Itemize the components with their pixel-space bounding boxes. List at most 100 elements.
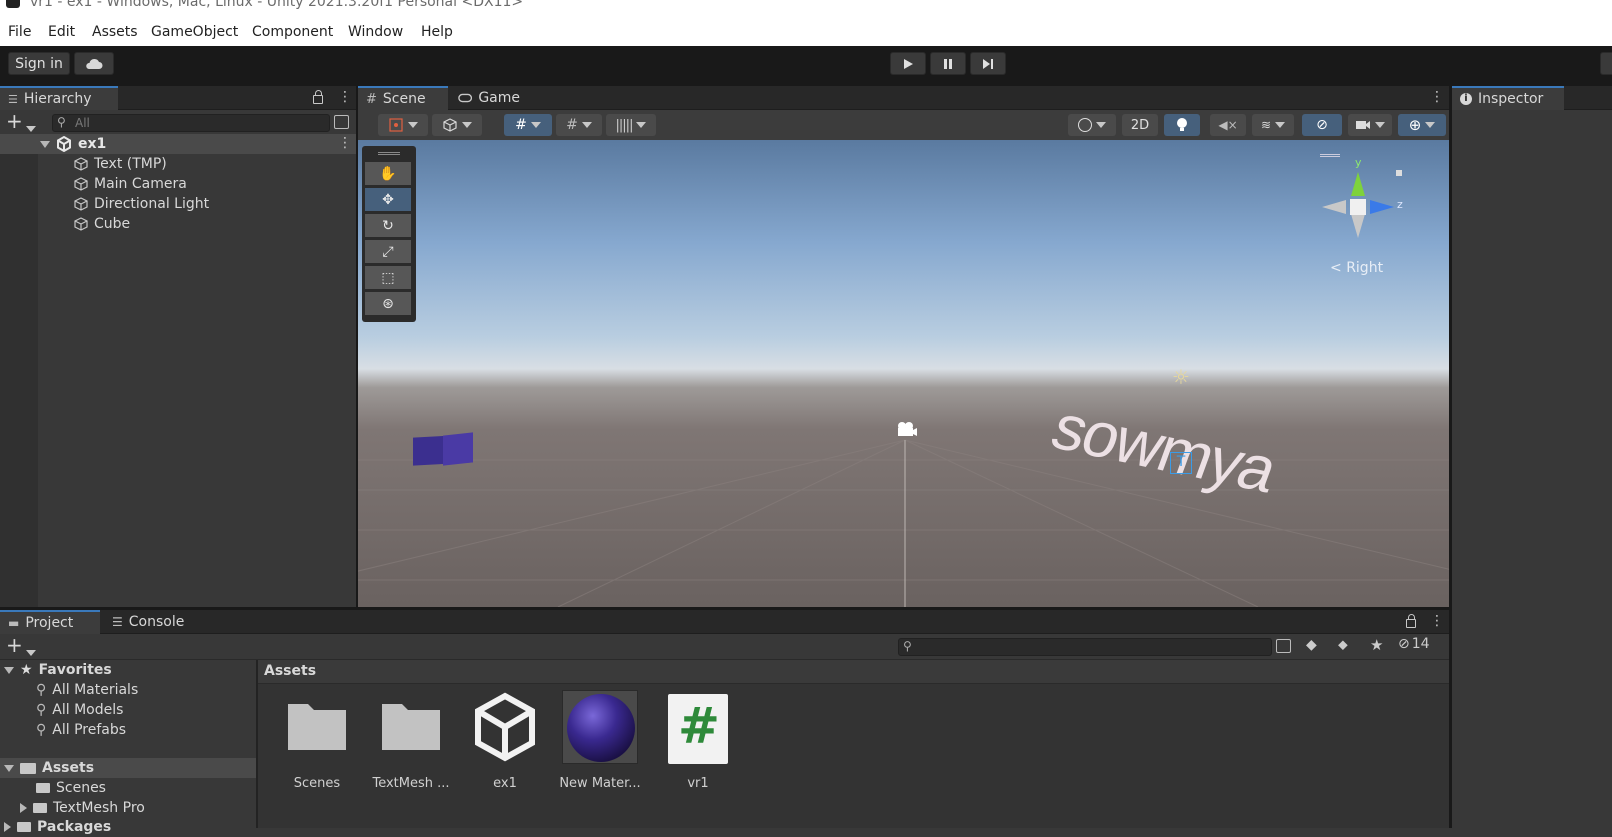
kebab-menu-icon[interactable]: ⋮: [1430, 614, 1444, 628]
scene-header: # Scene Game ⋮: [358, 86, 1449, 110]
scene-viewport[interactable]: ☼ sowmya T y z < Right: [358, 140, 1449, 607]
favorite-all-prefabs[interactable]: ⚲ All Prefabs: [36, 720, 126, 740]
kebab-menu-icon[interactable]: ⋮: [338, 90, 352, 104]
scene-kebab-icon[interactable]: ⋮: [338, 136, 352, 150]
folder-icon: [288, 704, 346, 750]
asset-label: Scenes: [293, 776, 341, 791]
menu-gameobject[interactable]: GameObject: [151, 24, 238, 40]
gizmos-button[interactable]: ⊕: [1398, 114, 1446, 136]
packages-item[interactable]: Packages: [4, 817, 111, 837]
asset-label: ex1: [493, 776, 517, 791]
add-icon[interactable]: +: [6, 635, 23, 655]
tab-inspector-label: Inspector: [1478, 91, 1544, 107]
grid-icon: #: [515, 117, 527, 133]
asset-folder-scenes[interactable]: [286, 696, 348, 760]
pause-button[interactable]: [930, 52, 966, 75]
tab-project[interactable]: ▬ Project: [0, 610, 100, 634]
type-filter-icon[interactable]: ◆: [1306, 637, 1317, 653]
info-icon: i: [1460, 93, 1472, 105]
favorite-all-materials[interactable]: ⚲ All Materials: [36, 680, 138, 700]
rotate-tool-button[interactable]: ↻: [365, 214, 411, 237]
asset-scene-ex1[interactable]: [474, 692, 536, 762]
expand-arrow-icon[interactable]: [4, 822, 11, 832]
grid-snap-button[interactable]: #: [504, 114, 552, 136]
sign-in-button[interactable]: Sign in: [8, 52, 70, 75]
chevron-down-icon[interactable]: [26, 644, 36, 660]
menu-file[interactable]: File: [8, 24, 31, 40]
text-gizmo-icon[interactable]: T: [1170, 452, 1192, 474]
tab-game[interactable]: Game: [450, 86, 530, 110]
menu-edit[interactable]: Edit: [48, 24, 75, 40]
tree-folder-textmesh-pro[interactable]: TextMesh Pro: [20, 798, 145, 818]
menu-window[interactable]: Window: [348, 24, 403, 40]
lighting-toggle-button[interactable]: [1164, 114, 1200, 136]
menu-component[interactable]: Component: [252, 24, 333, 40]
scale-icon: ⤢: [382, 243, 394, 260]
ruler-button[interactable]: |||||: [606, 114, 656, 136]
asset-folder-textmesh-pro[interactable]: [380, 696, 442, 760]
list-item-label: All Materials: [52, 682, 139, 698]
hierarchy-item-main-camera[interactable]: Main Camera: [74, 174, 187, 194]
expand-arrow-icon[interactable]: [20, 803, 27, 813]
gizmo-view-label[interactable]: < Right: [1330, 260, 1383, 276]
tab-scene[interactable]: # Scene: [358, 86, 448, 110]
assets-folder-item[interactable]: Assets: [4, 758, 94, 778]
expand-arrow-icon[interactable]: [4, 764, 14, 772]
cloud-button[interactable]: [74, 52, 114, 75]
step-button[interactable]: [970, 52, 1006, 75]
favorite-star-icon[interactable]: ★: [1370, 636, 1383, 654]
expand-arrow-icon[interactable]: [40, 140, 50, 148]
scene-visibility-button[interactable]: ⊘: [1302, 114, 1342, 136]
menu-help[interactable]: Help: [421, 24, 453, 40]
tab-inspector[interactable]: i Inspector: [1452, 86, 1564, 110]
menu-assets[interactable]: Assets: [92, 24, 138, 40]
unity-scene-icon: [475, 692, 535, 762]
label-filter-icon[interactable]: ⬥: [1338, 637, 1348, 653]
gameobject-cube-icon: [74, 197, 88, 211]
favorite-all-models[interactable]: ⚲ All Models: [36, 700, 123, 720]
rect-tool-button[interactable]: ⬚: [365, 266, 411, 289]
hierarchy-item-text-tmp[interactable]: Text (TMP): [74, 154, 167, 174]
lock-icon[interactable]: [1406, 614, 1416, 628]
hidden-packages-toggle[interactable]: ⊘ 14: [1398, 636, 1430, 652]
global-local-button[interactable]: [432, 114, 482, 136]
add-icon[interactable]: +: [6, 111, 23, 131]
expand-arrow-icon[interactable]: [4, 666, 14, 674]
hierarchy-search-input[interactable]: ⚲ All: [52, 114, 330, 132]
tree-folder-scenes[interactable]: Scenes: [36, 778, 106, 798]
layout-button[interactable]: [1600, 52, 1612, 75]
dock-drag-handle[interactable]: [378, 152, 400, 155]
scene-search-icon[interactable]: [334, 115, 349, 129]
hand-tool-button[interactable]: ✋: [365, 162, 411, 185]
transform-tool-button[interactable]: ⊛: [365, 292, 411, 315]
tab-hierarchy[interactable]: ☰ Hierarchy: [0, 86, 118, 110]
shading-mode-button[interactable]: [1068, 114, 1116, 136]
increment-snap-button[interactable]: #: [556, 114, 602, 136]
orientation-gizmo[interactable]: [1306, 154, 1406, 264]
cube-face: [443, 432, 473, 466]
scene-item[interactable]: ex1: [40, 134, 106, 154]
toggle-2d-button[interactable]: 2D: [1122, 114, 1158, 136]
scene-kebab-icon[interactable]: ⋮: [1430, 90, 1444, 104]
tab-console[interactable]: ☰ Console: [104, 610, 194, 634]
project-search-input[interactable]: ⚲: [898, 638, 1272, 656]
scale-tool-button[interactable]: ⤢: [365, 240, 411, 263]
lock-icon[interactable]: [313, 90, 323, 104]
hierarchy-item-directional-light[interactable]: Directional Light: [74, 194, 209, 214]
camera-gizmo-icon[interactable]: [894, 420, 918, 438]
effects-button[interactable]: ≋: [1252, 114, 1294, 136]
hierarchy-item-cube[interactable]: Cube: [74, 214, 130, 234]
gizmo-drag-handle[interactable]: [1320, 154, 1340, 157]
camera-settings-button[interactable]: [1348, 114, 1392, 136]
audio-toggle-button[interactable]: ◀×: [1210, 114, 1246, 136]
list-item-label: All Models: [52, 702, 124, 718]
pivot-tool-button[interactable]: [378, 114, 428, 136]
search-window-icon[interactable]: [1276, 639, 1291, 653]
breadcrumb-assets[interactable]: Assets: [264, 663, 316, 679]
play-button[interactable]: [890, 52, 926, 75]
favorites-item[interactable]: ★ Favorites: [4, 660, 112, 680]
asset-material-new[interactable]: [562, 690, 638, 764]
sun-gizmo-icon[interactable]: ☼: [1172, 365, 1190, 389]
move-tool-button[interactable]: ✥: [365, 188, 411, 211]
asset-script-vr1[interactable]: #: [668, 694, 728, 764]
